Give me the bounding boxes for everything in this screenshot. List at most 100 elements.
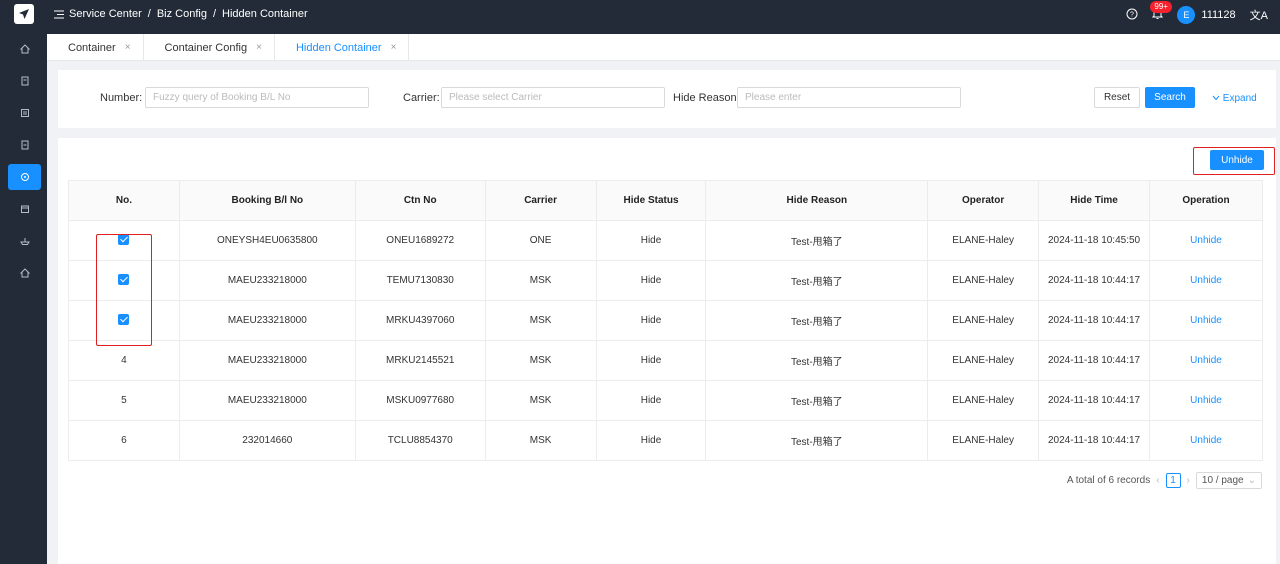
cell-reason: Test-甩箱了 [705, 380, 929, 421]
search-button[interactable]: Search [1145, 87, 1195, 108]
user-menu[interactable]: E 111128 [1177, 6, 1236, 24]
page-size-value: 10 / page [1201, 475, 1244, 486]
cell-reason: Test-甩箱了 [705, 220, 929, 261]
cell-ctn: MRKU4397060 [354, 300, 486, 341]
language-icon[interactable]: 文A [1250, 7, 1268, 23]
list-icon [20, 109, 29, 117]
cell-time: 2024-11-18 10:44:17 [1038, 260, 1151, 301]
unhide-link[interactable]: Unhide [1149, 380, 1263, 421]
cell-time: 2024-11-18 10:44:17 [1038, 420, 1151, 461]
sidebar-item-service-center[interactable] [8, 164, 41, 190]
help-icon[interactable]: ? [1126, 8, 1138, 23]
pagination: A total of 6 records ‹ 1 › 10 / page ⌄ [1067, 472, 1262, 489]
sidebar-item-report[interactable] [8, 132, 41, 158]
cell-reason: Test-甩箱了 [705, 260, 929, 301]
header-right: ? 99+ E 111128 文A [1126, 0, 1268, 24]
cell-operator: ELANE-Haley [927, 380, 1040, 421]
tab-label: Container Config [164, 41, 248, 54]
page-number[interactable]: 1 [1165, 473, 1181, 488]
unhide-link[interactable]: Unhide [1149, 260, 1263, 301]
col-header-hide-reason: Hide Reason [705, 180, 929, 221]
cell-ctn: ONEU1689272 [354, 220, 486, 261]
cell-reason: Test-甩箱了 [705, 340, 929, 381]
table-row: 4 MAEU233218000 MRKU2145521 MSK Hide Tes… [68, 340, 1263, 381]
cell-ctn: MSKU0977680 [354, 380, 486, 421]
unhide-link[interactable]: Unhide [1149, 220, 1263, 261]
reset-button[interactable]: Reset [1094, 87, 1140, 108]
sidebar-item-documents[interactable] [8, 68, 41, 94]
table-panel: Unhide No. Booking B/l No Ctn No Carrier… [58, 138, 1276, 564]
cell-operator: ELANE-Haley [927, 260, 1040, 301]
table-header-row: No. Booking B/l No Ctn No Carrier Hide S… [68, 180, 1263, 221]
table-row: 6 232014660 TCLU8854370 MSK Hide Test-甩箱… [68, 420, 1263, 461]
table-row: ONEYSH4EU0635800 ONEU1689272 ONE Hide Te… [68, 220, 1263, 261]
cell-booking: MAEU233218000 [178, 260, 356, 301]
cell-ctn: TCLU8854370 [354, 420, 486, 461]
breadcrumb-separator: / [212, 8, 217, 20]
top-header: Service Center / Biz Config / Hidden Con… [47, 0, 1280, 34]
table-row: MAEU233218000 TEMU7130830 MSK Hide Test-… [68, 260, 1263, 301]
chevron-left-icon[interactable]: ‹ [1156, 475, 1159, 486]
ship-icon [19, 238, 30, 245]
cell-status: Hide [595, 420, 707, 461]
report-icon [21, 140, 28, 150]
close-icon[interactable]: × [391, 42, 397, 53]
table-row: MAEU233218000 MRKU4397060 MSK Hide Test-… [68, 300, 1263, 341]
cell-time: 2024-11-18 10:45:50 [1038, 220, 1151, 261]
svg-text:?: ? [1130, 11, 1134, 18]
notification-button[interactable]: 99+ [1150, 0, 1172, 23]
col-header-carrier: Carrier [484, 180, 597, 221]
cell-operator: ELANE-Haley [927, 420, 1040, 461]
unhide-link[interactable]: Unhide [1149, 340, 1263, 381]
logo-icon[interactable] [14, 4, 34, 24]
col-header-operation: Operation [1149, 180, 1263, 221]
pagination-total: A total of 6 records [1066, 475, 1151, 486]
cell-booking: ONEYSH4EU0635800 [178, 220, 356, 261]
home-icon [19, 44, 30, 54]
sidebar-item-list[interactable] [8, 100, 41, 126]
cell-no: 5 [68, 380, 180, 421]
avatar: E [1177, 6, 1196, 24]
expand-label: Expand [1222, 93, 1257, 104]
page-size-select[interactable]: 10 / page ⌄ [1195, 472, 1262, 489]
cell-carrier: MSK [484, 260, 597, 301]
unhide-link[interactable]: Unhide [1149, 300, 1263, 341]
menu-fold-icon[interactable] [54, 10, 64, 22]
cell-reason: Test-甩箱了 [705, 420, 929, 461]
cell-status: Hide [595, 260, 707, 301]
cell-ctn: TEMU7130830 [354, 260, 486, 301]
sidebar-item-home[interactable] [8, 36, 41, 62]
sidebar-item-settings[interactable] [8, 260, 41, 286]
cell-status: Hide [595, 300, 707, 341]
username: 111128 [1201, 9, 1236, 21]
chevron-right-icon[interactable]: › [1187, 475, 1190, 486]
cell-booking: MAEU233218000 [178, 300, 356, 341]
notification-badge: 99+ [1150, 0, 1172, 13]
document-icon [21, 76, 28, 86]
sidebar-item-calendar[interactable] [8, 196, 41, 222]
close-icon[interactable]: × [256, 42, 262, 53]
unhide-link[interactable]: Unhide [1149, 420, 1263, 461]
cell-operator: ELANE-Haley [927, 340, 1040, 381]
page-tabs: Container × Container Config × Hidden Co… [47, 34, 1280, 61]
cell-no: 6 [68, 420, 180, 461]
carrier-label: Carrier: [403, 92, 440, 104]
col-header-hide-time: Hide Time [1038, 180, 1151, 221]
tab-container-config[interactable]: Container Config × [144, 34, 275, 61]
close-icon[interactable]: × [125, 42, 131, 53]
cell-ctn: MRKU2145521 [354, 340, 486, 381]
number-label: Number: [100, 92, 143, 104]
cell-status: Hide [595, 380, 707, 421]
number-input[interactable]: Fuzzy query of Booking B/L No [145, 87, 369, 108]
breadcrumb-biz-config[interactable]: Biz Config [157, 8, 207, 20]
tab-container[interactable]: Container × [47, 34, 144, 61]
settings-icon [19, 268, 30, 278]
expand-toggle[interactable]: Expand [1212, 93, 1257, 104]
sidebar-item-ship[interactable] [8, 228, 41, 254]
cell-carrier: MSK [484, 380, 597, 421]
hide-reason-input[interactable]: Please enter [737, 87, 961, 108]
tab-hidden-container[interactable]: Hidden Container × [275, 34, 410, 61]
carrier-select[interactable]: Please select Carrier [441, 87, 665, 108]
breadcrumb-service-center[interactable]: Service Center [69, 8, 142, 20]
highlight-box [96, 234, 152, 346]
